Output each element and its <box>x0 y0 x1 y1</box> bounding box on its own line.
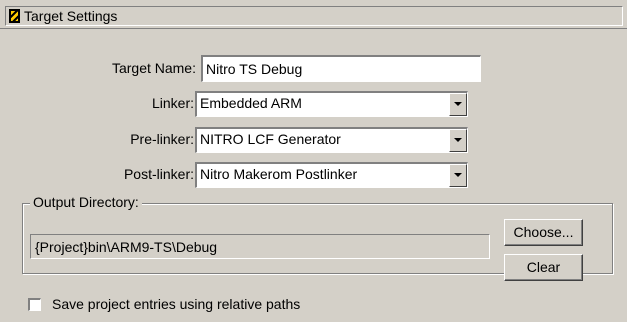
output-directory-title: Output Directory: <box>30 194 142 210</box>
relative-paths-checkbox[interactable] <box>28 298 41 311</box>
prelinker-label: Pre-linker: <box>130 131 194 147</box>
chevron-down-icon <box>454 102 462 106</box>
postlinker-value: Nitro Makerom Postlinker <box>200 166 358 182</box>
postlinker-select[interactable]: Nitro Makerom Postlinker <box>195 162 468 188</box>
target-name-label: Target Name: <box>111 60 196 76</box>
target-settings-panel: Target Settings Target Name: Linker: Emb… <box>0 0 627 322</box>
chevron-down-icon <box>454 138 462 142</box>
target-name-input[interactable] <box>201 55 481 82</box>
choose-button[interactable]: Choose... <box>504 219 583 246</box>
linker-dropdown-button[interactable] <box>449 93 467 116</box>
clear-button[interactable]: Clear <box>504 254 583 281</box>
prelinker-value: NITRO LCF Generator <box>200 131 341 147</box>
panel-title: Target Settings <box>24 8 118 24</box>
header-divider <box>0 28 627 29</box>
panel-header: Target Settings <box>5 6 623 26</box>
target-settings-icon <box>9 9 20 23</box>
linker-value: Embedded ARM <box>200 95 302 111</box>
linker-label: Linker: <box>151 95 194 111</box>
postlinker-label: Post-linker: <box>123 166 194 182</box>
postlinker-dropdown-button[interactable] <box>449 164 467 187</box>
chevron-down-icon <box>454 173 462 177</box>
linker-select[interactable]: Embedded ARM <box>195 91 468 117</box>
output-directory-path-text: {Project}bin\ARM9-TS\Debug <box>35 239 218 255</box>
output-directory-path: {Project}bin\ARM9-TS\Debug <box>30 234 490 259</box>
prelinker-select[interactable]: NITRO LCF Generator <box>195 127 468 153</box>
relative-paths-label: Save project entries using relative path… <box>52 296 301 312</box>
prelinker-dropdown-button[interactable] <box>449 129 467 152</box>
